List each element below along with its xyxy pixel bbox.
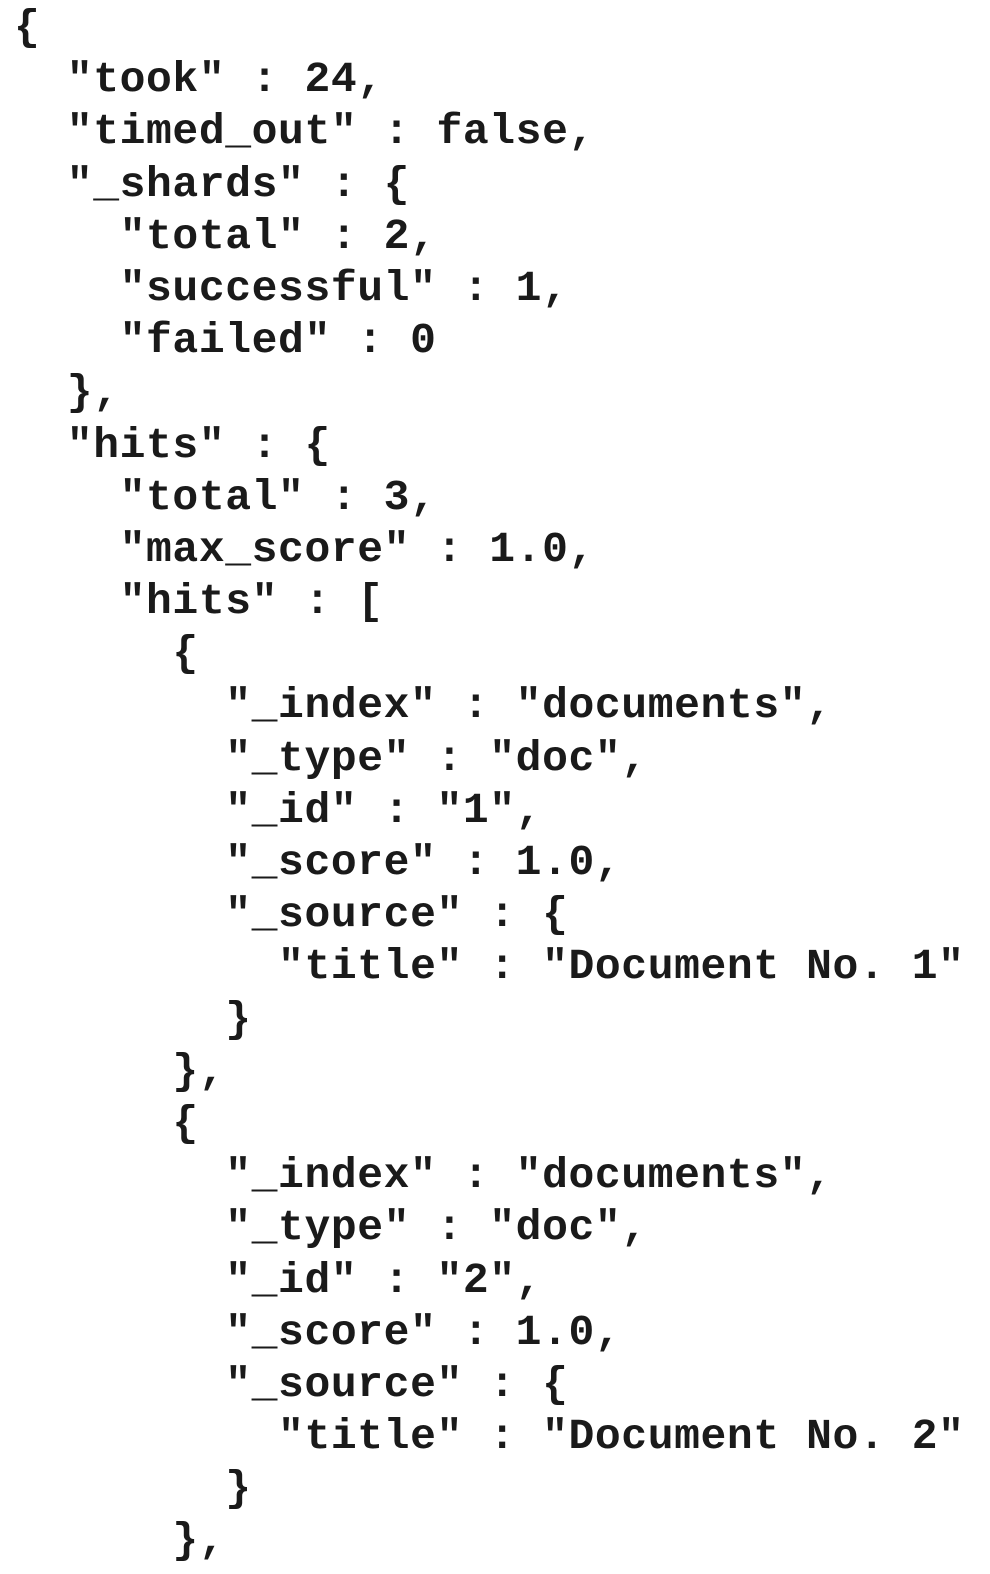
code-line: }, bbox=[14, 1046, 226, 1096]
json-response-code-block: { "took" : 24, "timed_out" : false, "_sh… bbox=[14, 2, 965, 1568]
code-line: "hits" : { bbox=[14, 420, 331, 470]
code-line: "successful" : 1, bbox=[14, 263, 569, 313]
code-line: "timed_out" : false, bbox=[14, 107, 595, 157]
code-line: "_index" : "documents", bbox=[14, 1151, 833, 1201]
code-line: { bbox=[14, 1098, 199, 1148]
code-line: "_id" : "1", bbox=[14, 785, 543, 835]
code-line: "_shards" : { bbox=[14, 159, 411, 209]
code-line: "title" : "Document No. 2" bbox=[14, 1412, 965, 1462]
code-line: "_index" : "documents", bbox=[14, 681, 833, 731]
code-line: "_id" : "2", bbox=[14, 1255, 543, 1305]
code-line: "_type" : "doc", bbox=[14, 1203, 648, 1253]
code-line: "_score" : 1.0, bbox=[14, 838, 622, 887]
code-line: "_source" : { bbox=[14, 1359, 569, 1409]
code-line: "total" : 3, bbox=[14, 472, 437, 522]
code-line: "hits" : [ bbox=[14, 577, 384, 627]
code-line: } bbox=[14, 994, 252, 1044]
code-line: "max_score" : 1.0, bbox=[14, 524, 595, 574]
code-line: }, bbox=[14, 1516, 226, 1566]
code-line: "_score" : 1.0, bbox=[14, 1307, 622, 1357]
code-line: { bbox=[14, 629, 199, 679]
code-line: "took" : 24, bbox=[14, 55, 384, 105]
code-line: "title" : "Document No. 1" bbox=[14, 942, 965, 992]
code-line: "failed" : 0 bbox=[14, 316, 437, 366]
code-line: }, bbox=[14, 368, 120, 418]
code-line: "total" : 2, bbox=[14, 211, 437, 261]
code-line: } bbox=[14, 1464, 252, 1514]
code-line: { bbox=[14, 3, 41, 52]
code-line: "_type" : "doc", bbox=[14, 733, 648, 783]
code-line: "_source" : { bbox=[14, 890, 569, 940]
